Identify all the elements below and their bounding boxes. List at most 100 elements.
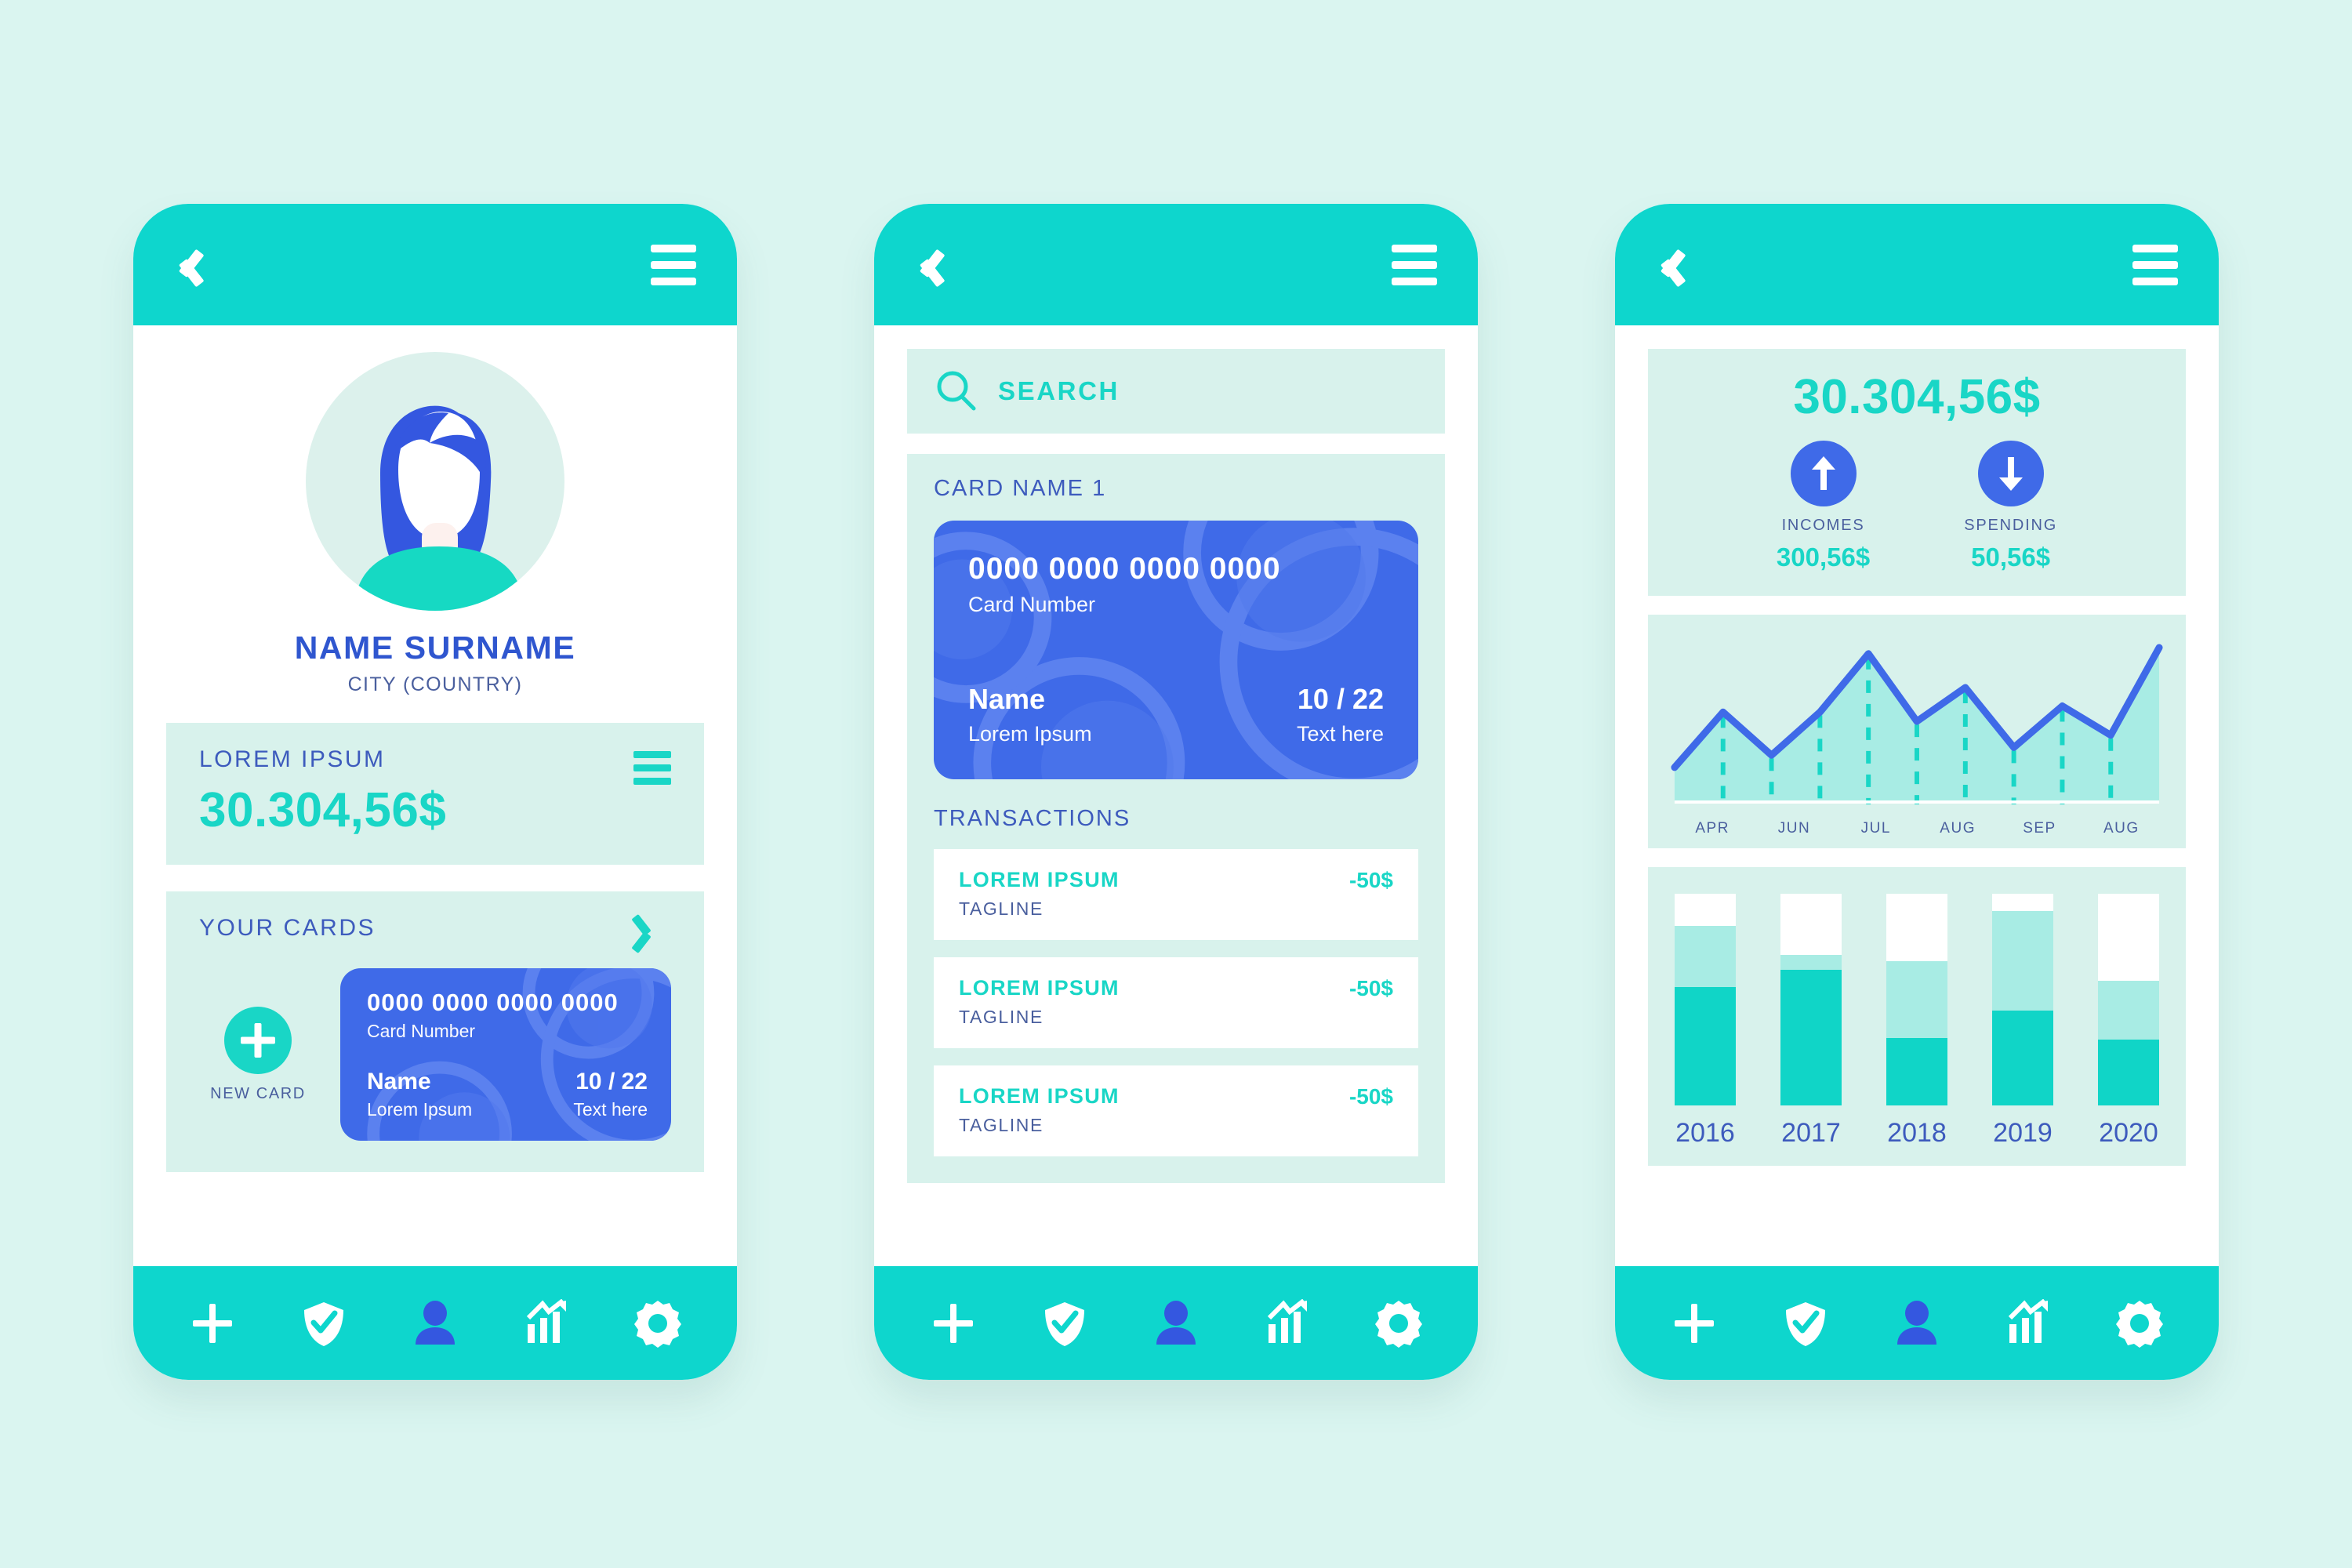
page-title: NAME SURNAME xyxy=(294,630,576,666)
bar-column[interactable] xyxy=(1992,894,2053,1105)
table-row[interactable]: LOREM IPSUM TAGLINE -50$ xyxy=(934,849,1418,940)
transaction-tagline: TAGLINE xyxy=(959,1007,1044,1027)
back-chevron-icon[interactable] xyxy=(174,241,205,289)
bar-chart-arrow-icon[interactable] xyxy=(522,1298,571,1348)
card-name-label: Name xyxy=(968,683,1046,715)
bar-segment-white xyxy=(1886,894,1947,962)
transactions-title: TRANSACTIONS xyxy=(934,806,1131,831)
phone-screen-profile: NAME SURNAME CITY (COUNTRY) LOREM IPSUM … xyxy=(133,204,737,1380)
person-icon[interactable] xyxy=(411,1299,459,1348)
bar-segment-light-teal xyxy=(1675,925,1736,987)
bottom-nav xyxy=(133,1266,737,1380)
chart-tick-label: JUL xyxy=(1860,820,1891,837)
shield-check-icon[interactable] xyxy=(1781,1299,1830,1348)
avatar xyxy=(306,352,564,611)
bar-column[interactable] xyxy=(1886,894,1947,1105)
profile-city: CITY (COUNTRY) xyxy=(347,673,523,695)
arrow-down-icon xyxy=(1977,441,2044,506)
summary-card: 30.304,56$ INCOMES 300,56$ SPENDING 50,5… xyxy=(1648,349,2186,596)
chart-tick-label: AUG xyxy=(2103,820,2140,837)
card-number: 0000 0000 0000 0000 xyxy=(367,989,619,1016)
gear-icon[interactable] xyxy=(2115,1299,2164,1348)
arrow-up-icon xyxy=(1790,441,1857,506)
shield-check-icon[interactable] xyxy=(299,1299,348,1348)
card-name-label: Name xyxy=(367,1069,431,1094)
incomes-value: 300,56$ xyxy=(1776,543,1871,572)
balance-menu-icon[interactable] xyxy=(633,751,671,785)
bar-segment-dark-teal xyxy=(1886,1037,1947,1105)
chart-tick-label: JUN xyxy=(1777,820,1811,837)
transaction-tagline: TAGLINE xyxy=(959,1115,1044,1135)
spending-stat[interactable]: SPENDING 50,56$ xyxy=(1964,441,2057,572)
search-input[interactable]: SEARCH xyxy=(907,349,1445,434)
bar-chart-arrow-icon[interactable] xyxy=(1263,1298,1312,1348)
plus-icon[interactable] xyxy=(929,1299,978,1348)
bar-segment-light-teal xyxy=(1780,955,1842,971)
plus-icon[interactable] xyxy=(1670,1299,1719,1348)
bar-segment-white xyxy=(1675,894,1736,926)
shield-check-icon[interactable] xyxy=(1040,1299,1089,1348)
bar-chart-card: 2016 2017 2018 2019 2020 xyxy=(1648,867,2186,1166)
profile-area: NAME SURNAME CITY (COUNTRY) xyxy=(133,325,737,701)
total-balance: 30.304,56$ xyxy=(1793,370,2041,424)
line-chart-card: APR JUN JUL AUG SEP AUG xyxy=(1648,615,2186,848)
bottom-nav xyxy=(1615,1266,2219,1380)
table-row[interactable]: LOREM IPSUM TAGLINE -50$ xyxy=(934,1065,1418,1156)
hamburger-menu-icon[interactable] xyxy=(1392,244,1437,285)
back-chevron-icon[interactable] xyxy=(915,241,946,289)
bar-year-label: 2017 xyxy=(1781,1118,1841,1148)
bar-column[interactable] xyxy=(1675,894,1736,1105)
balance-amount: 30.304,56$ xyxy=(199,783,447,837)
transaction-amount: -50$ xyxy=(1348,868,1393,892)
bar-column[interactable] xyxy=(2098,894,2159,1105)
card-expiry: 10 / 22 xyxy=(575,1069,648,1094)
app-header xyxy=(874,204,1478,325)
card-expiry-label: Text here xyxy=(573,1099,648,1120)
screen-content-profile: NAME SURNAME CITY (COUNTRY) LOREM IPSUM … xyxy=(133,325,737,1266)
screen-content-card-detail: SEARCH CARD NAME 1 0000 0000 0000 0000 C… xyxy=(874,325,1478,1266)
gear-icon[interactable] xyxy=(633,1299,682,1348)
card-name-value: Lorem Ipsum xyxy=(367,1099,473,1120)
hamburger-menu-icon[interactable] xyxy=(651,244,696,285)
your-cards-section: YOUR CARDS NEW CARD 0000 0000 0000 0000 … xyxy=(166,891,704,1172)
transaction-name: LOREM IPSUM xyxy=(959,868,1120,891)
person-icon[interactable] xyxy=(1893,1299,1941,1348)
screens-stage: NAME SURNAME CITY (COUNTRY) LOREM IPSUM … xyxy=(0,0,2352,1568)
bar-segment-white xyxy=(1992,894,2053,911)
incomes-label: INCOMES xyxy=(1781,517,1865,534)
bottom-nav xyxy=(874,1266,1478,1380)
gear-icon[interactable] xyxy=(1374,1299,1423,1348)
screen-content-statistics: 30.304,56$ INCOMES 300,56$ SPENDING 50,5… xyxy=(1615,325,2219,1266)
stacked-bar-chart xyxy=(1675,894,2159,1105)
bar-segment-dark-teal xyxy=(1780,970,1842,1105)
bar-segment-light-teal xyxy=(1886,961,1947,1038)
bar-chart-x-labels: 2016 2017 2018 2019 2020 xyxy=(1675,1118,2159,1149)
transaction-amount: -50$ xyxy=(1348,976,1393,1000)
transaction-name: LOREM IPSUM xyxy=(959,976,1120,1000)
transaction-amount: -50$ xyxy=(1348,1084,1393,1109)
credit-card[interactable]: 0000 0000 0000 0000 Card Number Name Lor… xyxy=(340,968,671,1141)
search-label: SEARCH xyxy=(998,376,1120,405)
bar-year-label: 2018 xyxy=(1887,1118,1947,1148)
app-header xyxy=(133,204,737,325)
balance-card: LOREM IPSUM 30.304,56$ xyxy=(166,723,704,865)
bar-year-label: 2019 xyxy=(1993,1118,2053,1148)
new-card-button[interactable]: NEW CARD xyxy=(199,1006,317,1103)
incomes-stat[interactable]: INCOMES 300,56$ xyxy=(1777,441,1870,572)
bar-chart-arrow-icon[interactable] xyxy=(2004,1298,2053,1348)
transaction-name: LOREM IPSUM xyxy=(959,1084,1120,1108)
person-icon[interactable] xyxy=(1152,1299,1200,1348)
bar-year-label: 2020 xyxy=(2099,1118,2158,1148)
back-chevron-icon[interactable] xyxy=(1656,241,1687,289)
balance-label: LOREM IPSUM xyxy=(199,746,386,772)
phone-screen-statistics: 30.304,56$ INCOMES 300,56$ SPENDING 50,5… xyxy=(1615,204,2219,1380)
chart-tick-label: APR xyxy=(1695,820,1730,837)
card-number-label: Card Number xyxy=(367,1021,476,1041)
table-row[interactable]: LOREM IPSUM TAGLINE -50$ xyxy=(934,957,1418,1048)
plus-icon[interactable] xyxy=(188,1299,237,1348)
chevron-right-icon[interactable] xyxy=(640,915,666,949)
credit-card[interactable]: 0000 0000 0000 0000 Card Number Name Lor… xyxy=(934,521,1418,779)
hamburger-menu-icon[interactable] xyxy=(2132,244,2178,285)
bar-column[interactable] xyxy=(1780,894,1842,1105)
transaction-tagline: TAGLINE xyxy=(959,898,1044,919)
